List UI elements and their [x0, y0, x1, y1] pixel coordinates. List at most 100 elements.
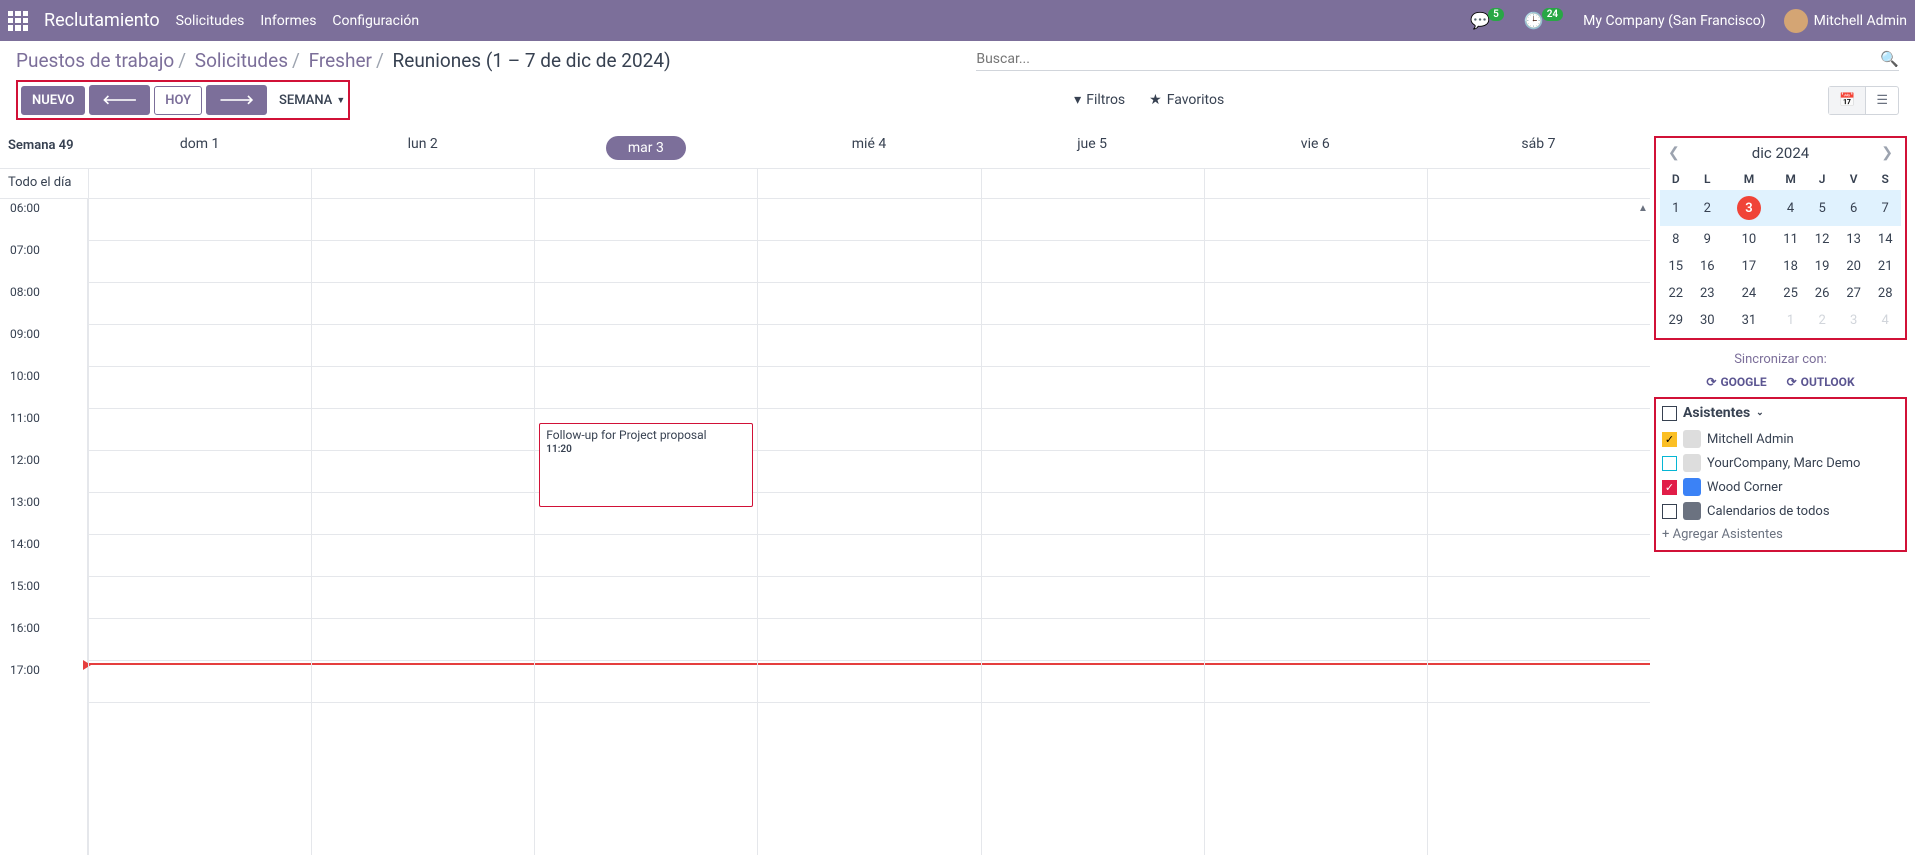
allday-cell[interactable]	[1204, 169, 1427, 198]
day-header[interactable]: jue 5	[981, 128, 1204, 168]
mini-cal-day[interactable]: 1	[1660, 190, 1692, 226]
mini-cal-day[interactable]: 2	[1692, 190, 1724, 226]
attendee-checkbox[interactable]	[1662, 456, 1677, 471]
allday-cell[interactable]	[311, 169, 534, 198]
calendar-event[interactable]: Follow-up for Project proposal11:20	[539, 423, 753, 507]
mini-cal-day[interactable]: 25	[1775, 280, 1807, 307]
topbar: Reclutamiento Solicitudes Informes Confi…	[0, 0, 1915, 41]
nav-solicitudes[interactable]: Solicitudes	[176, 13, 245, 29]
mini-cal-day[interactable]: 12	[1806, 226, 1838, 253]
day-header[interactable]: lun 2	[311, 128, 534, 168]
mini-cal-day[interactable]: 4	[1869, 307, 1901, 334]
mini-cal-day[interactable]: 15	[1660, 253, 1692, 280]
mini-cal-day[interactable]: 29	[1660, 307, 1692, 334]
chevron-down-icon[interactable]: ⌄	[1756, 408, 1764, 418]
mini-cal-day[interactable]: 23	[1692, 280, 1724, 307]
mini-cal-day[interactable]: 4	[1775, 190, 1807, 226]
allday-cell[interactable]	[757, 169, 980, 198]
user-menu[interactable]: Mitchell Admin	[1784, 9, 1907, 33]
mini-cal-day[interactable]: 1	[1775, 307, 1807, 334]
new-button[interactable]: NUEVO	[21, 86, 85, 115]
day-header[interactable]: dom 1	[88, 128, 311, 168]
day-header[interactable]: sáb 7	[1427, 128, 1650, 168]
view-range-select[interactable]: SEMANA ▼	[279, 93, 345, 108]
mini-cal-day[interactable]: 16	[1692, 253, 1724, 280]
attendee-checkbox[interactable]: ✓	[1662, 432, 1677, 447]
mini-cal-day[interactable]: 31	[1723, 307, 1775, 334]
chat-icon: 💬	[1470, 11, 1490, 30]
mini-cal-day[interactable]: 27	[1838, 280, 1870, 307]
mini-cal-day[interactable]: 11	[1775, 226, 1807, 253]
add-attendee-button[interactable]: + Agregar Asistentes	[1662, 527, 1899, 542]
messages-indicator[interactable]: 💬 5	[1470, 11, 1506, 30]
search-input[interactable]	[976, 51, 1880, 67]
prev-button[interactable]: 🡐	[89, 85, 150, 115]
day-column[interactable]	[981, 199, 1204, 855]
attendee-name: Wood Corner	[1707, 480, 1782, 495]
mini-cal-day[interactable]: 20	[1838, 253, 1870, 280]
mini-cal-day[interactable]: 3	[1723, 190, 1775, 226]
mini-cal-day[interactable]: 21	[1869, 253, 1901, 280]
favorites-button[interactable]: ★ Favoritos	[1149, 92, 1224, 108]
list-view-button[interactable]: ☰	[1866, 87, 1898, 114]
mini-cal-day[interactable]: 5	[1806, 190, 1838, 226]
mini-cal-day[interactable]: 28	[1869, 280, 1901, 307]
day-column[interactable]	[311, 199, 534, 855]
mini-cal-day[interactable]: 19	[1806, 253, 1838, 280]
day-column[interactable]	[1427, 199, 1650, 855]
allday-cell[interactable]	[981, 169, 1204, 198]
activities-indicator[interactable]: 🕒 24	[1524, 11, 1565, 30]
sync-outlook-button[interactable]: ⟳ OUTLOOK	[1787, 375, 1855, 389]
mini-cal-dow: M	[1723, 168, 1775, 190]
search-icon[interactable]: 🔍	[1880, 50, 1899, 68]
time-label: 09:00	[0, 325, 87, 367]
mini-cal-day[interactable]: 30	[1692, 307, 1724, 334]
mini-cal-day[interactable]: 26	[1806, 280, 1838, 307]
day-column[interactable]: Follow-up for Project proposal11:20	[534, 199, 757, 855]
mini-cal-day[interactable]: 18	[1775, 253, 1807, 280]
breadcrumb-link-2[interactable]: Fresher	[309, 49, 372, 72]
day-column[interactable]	[757, 199, 980, 855]
mini-cal-day[interactable]: 7	[1869, 190, 1901, 226]
attendee-checkbox[interactable]: ✓	[1662, 480, 1677, 495]
breadcrumb-link-0[interactable]: Puestos de trabajo	[16, 49, 174, 72]
allday-cell[interactable]	[534, 169, 757, 198]
mini-cal-day[interactable]: 3	[1838, 307, 1870, 334]
mini-cal-day[interactable]: 10	[1723, 226, 1775, 253]
mini-cal-day[interactable]: 13	[1838, 226, 1870, 253]
sync-google-button[interactable]: ⟳ GOOGLE	[1706, 375, 1766, 389]
filters-button[interactable]: ▾ Filtros	[1074, 92, 1125, 108]
day-header[interactable]: mar 3	[534, 128, 757, 168]
company-selector[interactable]: My Company (San Francisco)	[1583, 13, 1765, 29]
mini-cal-next[interactable]: ❯	[1881, 145, 1893, 161]
mini-cal-day[interactable]: 22	[1660, 280, 1692, 307]
mini-cal-day[interactable]: 2	[1806, 307, 1838, 334]
allday-cell[interactable]	[88, 169, 311, 198]
search-area: 🔍	[976, 50, 1899, 71]
calendar-view-button[interactable]: 📅	[1829, 87, 1866, 114]
app-name: Reclutamiento	[44, 10, 160, 31]
apps-icon[interactable]	[8, 11, 28, 31]
all-calendars-checkbox[interactable]	[1662, 504, 1677, 519]
mini-cal-day[interactable]: 6	[1838, 190, 1870, 226]
breadcrumb-link-1[interactable]: Solicitudes	[195, 49, 288, 72]
allday-cell[interactable]	[1427, 169, 1650, 198]
mini-cal-day[interactable]: 17	[1723, 253, 1775, 280]
mini-cal-day[interactable]: 9	[1692, 226, 1724, 253]
event-title: Follow-up for Project proposal	[546, 428, 746, 442]
next-button[interactable]: 🡒	[206, 85, 267, 115]
time-label: 17:00	[0, 661, 87, 703]
mini-cal-day[interactable]: 14	[1869, 226, 1901, 253]
mini-cal-day[interactable]: 24	[1723, 280, 1775, 307]
day-column[interactable]	[88, 199, 311, 855]
nav-informes[interactable]: Informes	[260, 13, 316, 29]
day-header[interactable]: vie 6	[1204, 128, 1427, 168]
nav-configuracion[interactable]: Configuración	[332, 13, 419, 29]
mini-cal-day[interactable]: 8	[1660, 226, 1692, 253]
attendees-all-checkbox[interactable]	[1662, 406, 1677, 421]
day-column[interactable]	[1204, 199, 1427, 855]
mini-cal-prev[interactable]: ❮	[1668, 145, 1680, 161]
list-icon: ☰	[1876, 93, 1888, 108]
day-header[interactable]: mié 4	[757, 128, 980, 168]
today-button[interactable]: HOY	[154, 86, 202, 115]
